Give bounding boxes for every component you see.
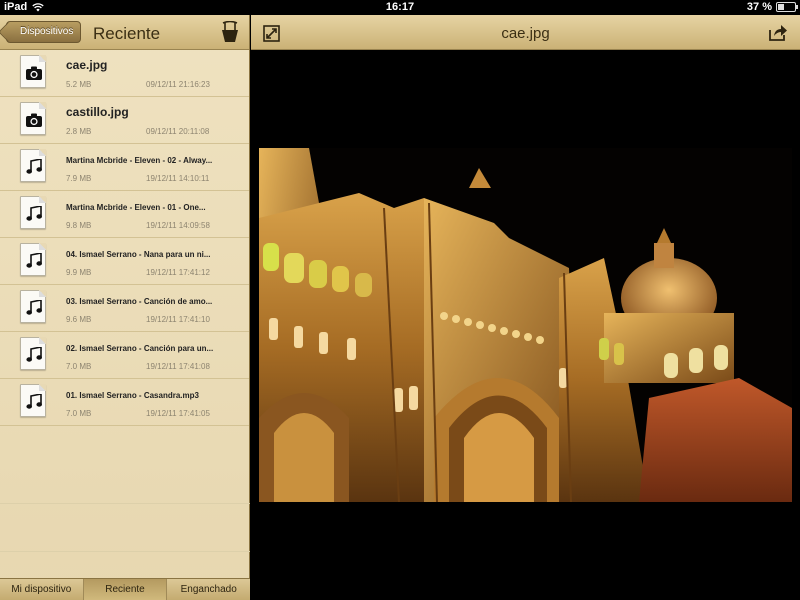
file-name: Martina Mcbride - Eleven - 01 - One... bbox=[66, 203, 206, 212]
file-document-icon bbox=[20, 243, 46, 276]
file-name: 04. Ismael Serrano - Nana para un ni... bbox=[66, 250, 211, 259]
battery-icon bbox=[776, 2, 798, 12]
bottom-tab-bar: Mi dispositivo Reciente Enganchado bbox=[0, 578, 250, 600]
file-size: 2.8 MB bbox=[66, 127, 92, 136]
file-list-item[interactable]: 04. Ismael Serrano - Nana para un ni... 9… bbox=[0, 238, 249, 285]
recent-files-list: cae.jpg 5.2 MB 09/12/11 21:16:23 castillo.j… bbox=[0, 50, 249, 426]
file-list-item[interactable]: 02. Ismael Serrano - Canción para un... 7… bbox=[0, 332, 249, 379]
file-browser-panel: Dispositivos Reciente cae.jpg 5.2 MB 09/12… bbox=[0, 15, 250, 600]
file-date: 19/12/11 17:41:12 bbox=[146, 268, 210, 277]
cathedral-photo bbox=[259, 148, 792, 502]
panel-title: Reciente bbox=[93, 24, 161, 43]
file-document-icon bbox=[20, 55, 46, 88]
file-date: 09/12/11 20:11:08 bbox=[146, 127, 210, 136]
file-document-icon bbox=[20, 196, 46, 229]
photo-preview[interactable] bbox=[259, 148, 792, 502]
back-button[interactable]: Dispositivos bbox=[6, 21, 82, 43]
file-name: 01. Ismael Serrano - Casandra.mp3 bbox=[66, 391, 199, 400]
empty-row bbox=[0, 456, 250, 504]
preview-title: cae.jpg bbox=[501, 25, 550, 42]
file-date: 19/12/11 14:10:11 bbox=[146, 174, 210, 183]
tab-reciente[interactable]: Reciente bbox=[83, 579, 168, 600]
file-document-icon bbox=[20, 384, 46, 417]
file-name: cae.jpg bbox=[66, 58, 108, 72]
file-size: 5.2 MB bbox=[66, 80, 92, 89]
file-list-item[interactable]: cae.jpg 5.2 MB 09/12/11 21:16:23 bbox=[0, 50, 249, 97]
file-size: 9.8 MB bbox=[66, 221, 92, 230]
share-icon[interactable] bbox=[768, 24, 788, 41]
file-document-icon bbox=[20, 102, 46, 135]
file-size: 7.9 MB bbox=[66, 174, 92, 183]
left-navigation-bar: Dispositivos Reciente bbox=[0, 15, 249, 50]
file-size: 9.9 MB bbox=[66, 268, 92, 277]
file-date: 19/12/11 17:41:05 bbox=[146, 409, 210, 418]
binder-clip-icon[interactable] bbox=[221, 21, 239, 43]
file-date: 19/12/11 17:41:08 bbox=[146, 362, 210, 371]
status-bar: iPad 16:17 37 % bbox=[0, 0, 800, 15]
preview-panel: cae.jpg bbox=[251, 15, 800, 600]
file-list-item[interactable]: 03. Ismael Serrano - Canción de amo... 9.… bbox=[0, 285, 249, 332]
file-size: 9.6 MB bbox=[66, 315, 92, 324]
tab-mi-dispositivo[interactable]: Mi dispositivo bbox=[0, 579, 84, 600]
right-navigation-bar: cae.jpg bbox=[251, 15, 800, 50]
file-name: castillo.jpg bbox=[66, 105, 129, 119]
file-date: 19/12/11 17:41:10 bbox=[146, 315, 210, 324]
file-list-item[interactable]: castillo.jpg 2.8 MB 09/12/11 20:11:08 bbox=[0, 97, 249, 144]
file-name: 03. Ismael Serrano - Canción de amo... bbox=[66, 297, 213, 306]
file-document-icon bbox=[20, 149, 46, 182]
file-date: 09/12/11 21:16:23 bbox=[146, 80, 210, 89]
clock: 16:17 bbox=[385, 1, 415, 13]
file-document-icon bbox=[20, 337, 46, 370]
file-size: 7.0 MB bbox=[66, 362, 92, 371]
file-list-item[interactable]: Martina Mcbride - Eleven - 01 - One... 9.… bbox=[0, 191, 249, 238]
file-size: 7.0 MB bbox=[66, 409, 92, 418]
empty-row bbox=[0, 504, 250, 552]
empty-list-area bbox=[0, 456, 250, 596]
file-list-item[interactable]: 01. Ismael Serrano - Casandra.mp3 7.0 MB 1… bbox=[0, 379, 249, 426]
file-date: 19/12/11 14:09:58 bbox=[146, 221, 210, 230]
tab-enganchado[interactable]: Enganchado bbox=[167, 579, 250, 600]
file-list-item[interactable]: Martina Mcbride - Eleven - 02 - Alway...… bbox=[0, 144, 249, 191]
file-name: Martina Mcbride - Eleven - 02 - Alway... bbox=[66, 156, 213, 165]
file-document-icon bbox=[20, 290, 46, 323]
battery-percent: 37 % bbox=[746, 1, 772, 13]
file-name: 02. Ismael Serrano - Canción para un... bbox=[66, 344, 214, 353]
